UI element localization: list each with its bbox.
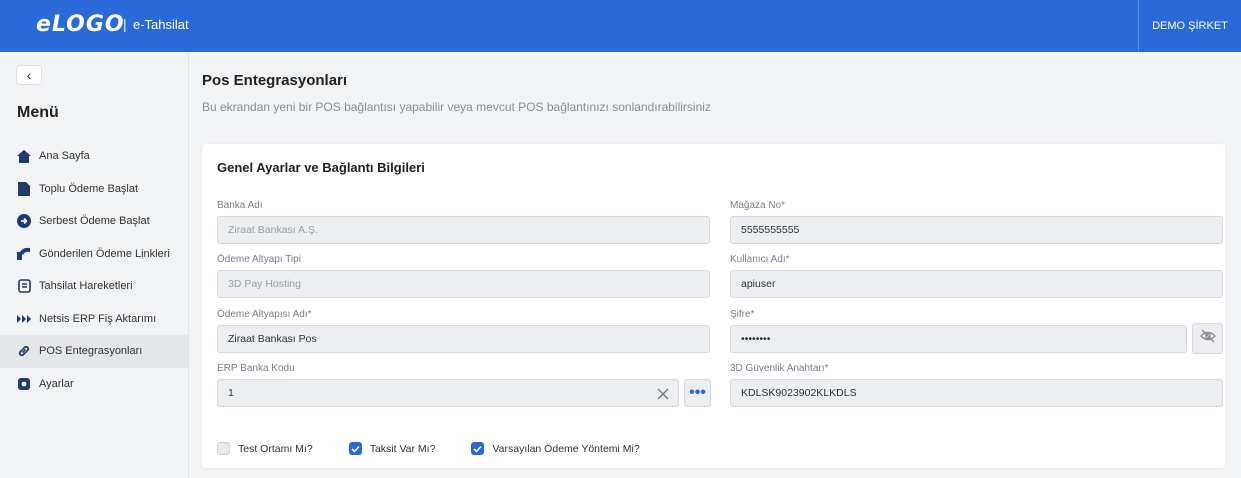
banka-adi-label: Banka Adı xyxy=(217,200,263,211)
sidebar-item-pos-entegrasyonlari[interactable]: POS Entegrasyonları xyxy=(0,335,188,368)
erp-banka-kodu-label: ERP Banka Kodu xyxy=(217,363,295,374)
options-row: Test Ortamı Mı? Taksit Var Mı? Varsayıla… xyxy=(217,442,676,455)
erp-banka-kodu-value: 1 xyxy=(228,387,234,399)
odeme-altyapi-tipi-field: Ödeme Altyapı Tipi 3D Pay Hosting xyxy=(217,254,710,298)
kullanici-adi-label: Kullanıcı Adı* xyxy=(730,254,790,265)
banka-adi-input[interactable]: Ziraat Bankası A.Ş. xyxy=(217,216,710,244)
link-icon xyxy=(17,344,31,358)
sidebar: ‹ Menü Ana Sayfa Toplu Ödeme Başlat Serb… xyxy=(0,52,188,478)
checkbox-label: Varsayılan Ödeme Yöntemi Mi? xyxy=(492,442,640,455)
sidebar-item-label: Netsis ERP Fiş Aktarımı xyxy=(39,312,157,325)
document-icon xyxy=(17,279,31,294)
lookup-button[interactable]: ••• xyxy=(684,379,711,407)
menu-title: Menü xyxy=(17,104,59,121)
page-title: Pos Entegrasyonları xyxy=(202,72,348,89)
toggle-password-button[interactable] xyxy=(1192,323,1223,354)
sidebar-item-label: Gönderilen Ödeme Linkleri xyxy=(39,247,170,260)
magaza-no-label: Mağaza No* xyxy=(730,200,786,211)
share-icon xyxy=(17,247,31,261)
checkbox-label: Test Ortamı Mı? xyxy=(238,442,313,455)
guvenlik-anahtari-field: 3D Güvenlik Anahtarı* KDLSK9023902KLKDLS xyxy=(730,363,1223,407)
menu-list: Ana Sayfa Toplu Ödeme Başlat Serbest Öde… xyxy=(0,140,188,400)
page-subtitle: Bu ekrandan yeni bir POS bağlantısı yapa… xyxy=(202,100,711,114)
sidebar-item-label: Serbest Ödeme Başlat xyxy=(39,215,150,228)
odeme-altyapisi-adi-input[interactable]: Ziraat Bankası Pos xyxy=(217,325,710,353)
checkbox-checked-icon xyxy=(348,442,362,455)
logo-separator: | xyxy=(123,16,127,32)
taksit-checkbox[interactable]: Taksit Var Mı? xyxy=(348,442,436,455)
clear-icon[interactable] xyxy=(656,385,670,400)
guvenlik-anahtari-label: 3D Güvenlik Anahtarı* xyxy=(730,363,829,374)
odeme-altyapisi-adi-label: Ödeme Altyapısı Adı* xyxy=(217,309,312,320)
sifre-label: Şifre* xyxy=(730,309,755,320)
guvenlik-anahtari-input[interactable]: KDLSK9023902KLKDLS xyxy=(730,379,1223,407)
app-name: e-Tahsilat xyxy=(133,17,189,32)
sidebar-item-label: POS Entegrasyonları xyxy=(39,345,143,358)
varsayilan-odeme-checkbox[interactable]: Varsayılan Ödeme Yöntemi Mi? xyxy=(471,442,640,455)
home-icon xyxy=(17,149,31,163)
sidebar-item-netsis-erp[interactable]: Netsis ERP Fiş Aktarımı xyxy=(0,303,188,336)
sidebar-item-toplu-odeme[interactable]: Toplu Ödeme Başlat xyxy=(0,173,188,206)
sifre-field: Şifre* •••••••• xyxy=(730,309,1223,354)
test-ortami-checkbox[interactable]: Test Ortamı Mı? xyxy=(217,442,313,455)
checkbox-checked-icon xyxy=(471,442,485,455)
odeme-altyapi-tipi-label: Ödeme Altyapı Tipi xyxy=(217,254,301,265)
card-title: Genel Ayarlar ve Bağlantı Bilgileri xyxy=(217,160,425,175)
sidebar-item-label: Ana Sayfa xyxy=(39,150,90,163)
top-bar: eLOGO | e-Tahsilat DEMO ŞİRKET xyxy=(0,0,1241,52)
elogo-logo[interactable]: eLOGO xyxy=(36,12,125,38)
file-icon xyxy=(17,181,31,196)
erp-banka-kodu-field: ERP Banka Kodu 1 ••• xyxy=(217,363,711,407)
sidebar-item-label: Toplu Ödeme Başlat xyxy=(39,182,139,195)
odeme-altyapi-tipi-input[interactable]: 3D Pay Hosting xyxy=(217,270,710,298)
eye-slash-icon xyxy=(1199,329,1216,348)
sidebar-item-ana-sayfa[interactable]: Ana Sayfa xyxy=(0,140,188,173)
magaza-no-input[interactable]: 5555555555 xyxy=(730,216,1223,244)
collapse-sidebar-button[interactable]: ‹ xyxy=(16,65,42,85)
sidebar-item-ayarlar[interactable]: Ayarlar xyxy=(0,368,188,401)
company-button[interactable]: DEMO ŞİRKET xyxy=(1138,0,1241,52)
sidebar-item-odeme-linkleri[interactable]: Gönderilen Ödeme Linkleri xyxy=(0,238,188,271)
settings-card: Genel Ayarlar ve Bağlantı Bilgileri Bank… xyxy=(202,144,1225,468)
sidebar-item-label: Ayarlar xyxy=(39,377,74,390)
magaza-no-field: Mağaza No* 5555555555 xyxy=(730,200,1223,244)
checkbox-label: Taksit Var Mı? xyxy=(369,442,436,455)
main-content: Pos Entegrasyonları Bu ekrandan yeni bir… xyxy=(188,52,1241,478)
sifre-input[interactable]: •••••••• xyxy=(730,325,1187,353)
checkbox-unchecked-icon xyxy=(217,442,230,455)
arrow-circle-icon xyxy=(17,214,31,229)
erp-banka-kodu-input[interactable]: 1 xyxy=(217,379,679,407)
transfer-icon xyxy=(17,312,31,326)
odeme-altyapisi-adi-field: Ödeme Altyapısı Adı* Ziraat Bankası Pos xyxy=(217,309,710,353)
kullanici-adi-input[interactable]: apiuser xyxy=(730,270,1223,298)
sidebar-item-label: Tahsilat Hareketleri xyxy=(39,280,133,293)
gear-icon xyxy=(17,377,31,391)
kullanici-adi-field: Kullanıcı Adı* apiuser xyxy=(730,254,1223,298)
banka-adi-field: Banka Adı Ziraat Bankası A.Ş. xyxy=(217,200,710,244)
sidebar-item-tahsilat-hareketleri[interactable]: Tahsilat Hareketleri xyxy=(0,270,188,303)
sidebar-item-serbest-odeme[interactable]: Serbest Ödeme Başlat xyxy=(0,205,188,238)
